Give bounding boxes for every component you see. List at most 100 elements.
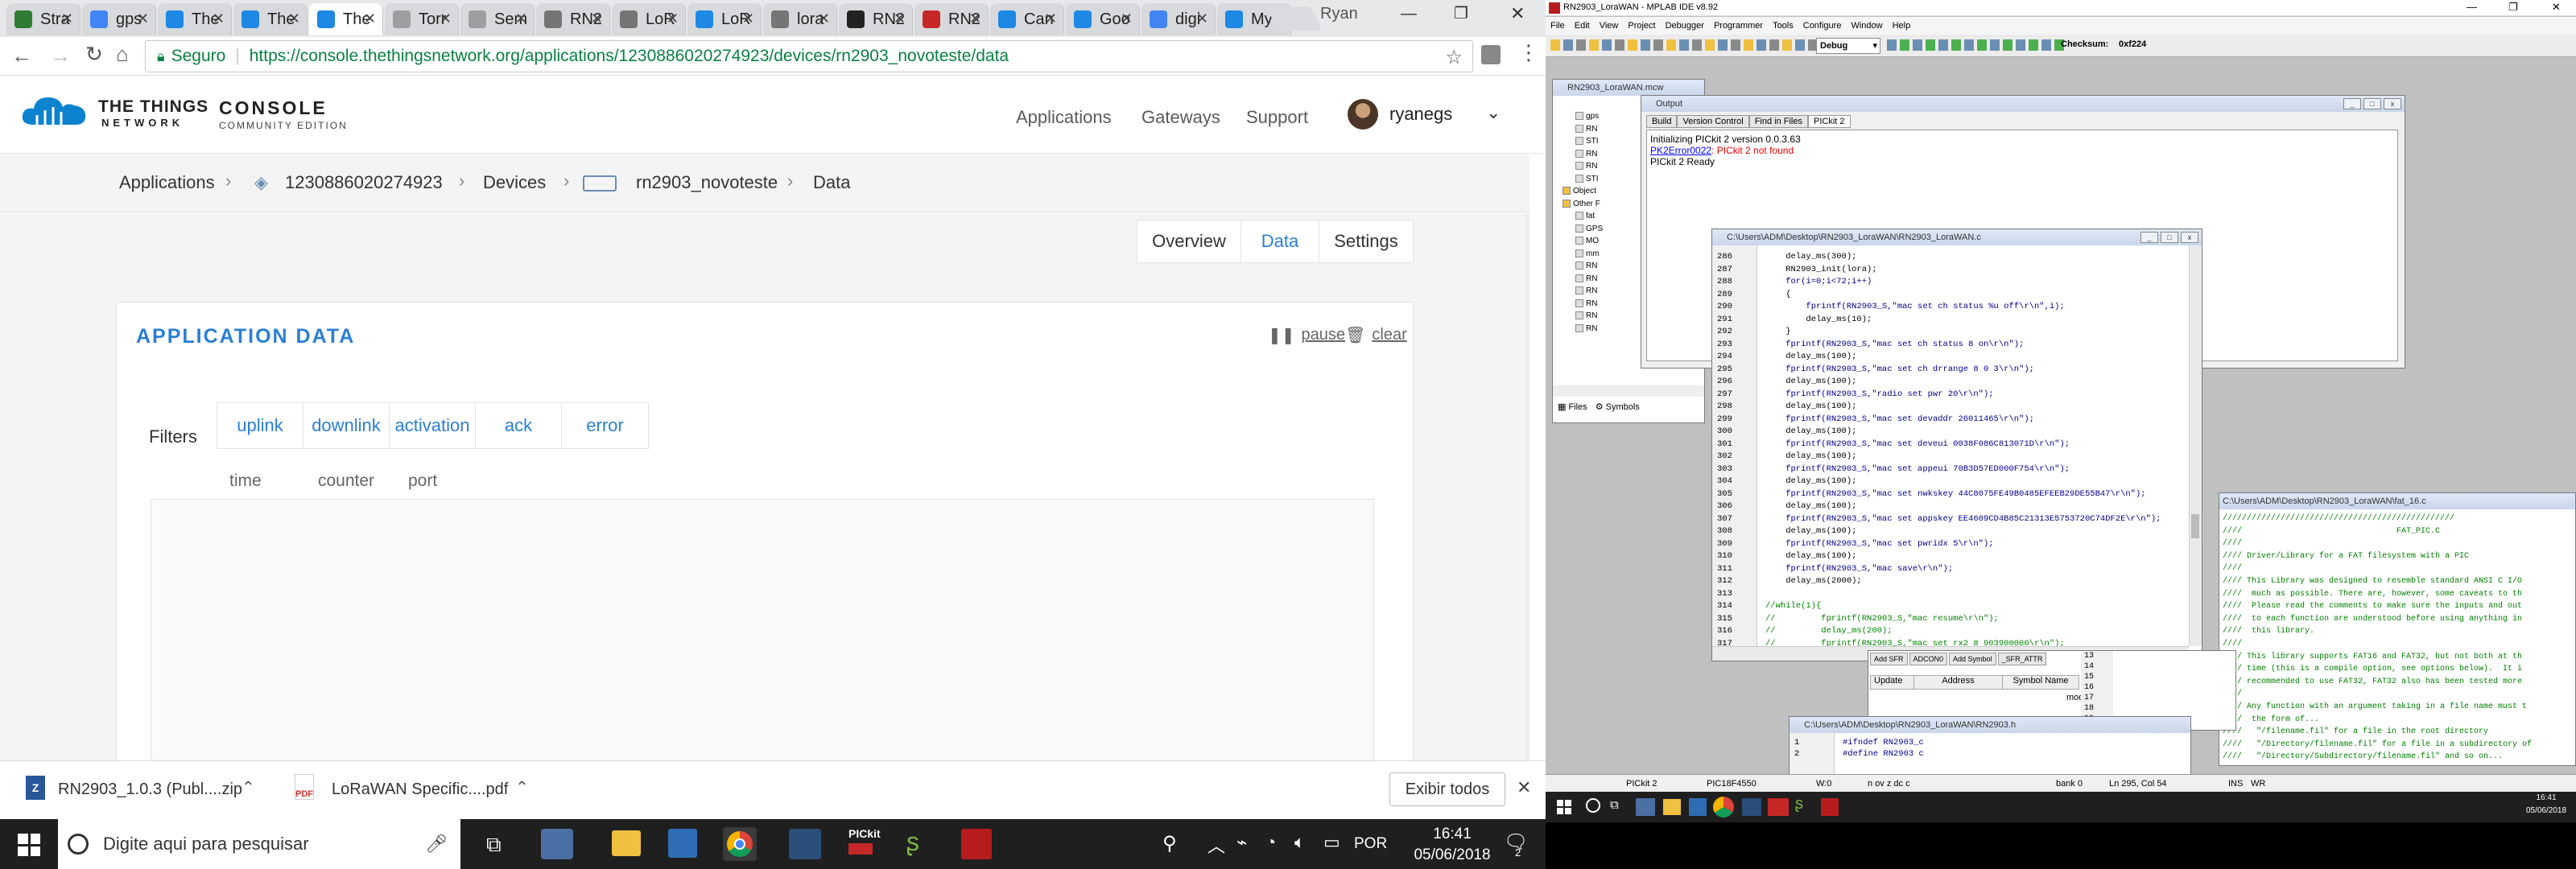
code-line[interactable]: fprintf(RN2903_S,"mac set appeui 70B3D57… <box>1765 464 2070 474</box>
code-line[interactable]: #define RN2903 c <box>1843 749 1924 759</box>
tab-overview[interactable]: Overview <box>1137 220 1241 263</box>
menu-tools[interactable]: Tools <box>1773 21 1794 31</box>
close-icon[interactable]: x <box>2384 98 2401 109</box>
ttn-cloud-logo-icon[interactable] <box>19 93 89 130</box>
code-line[interactable]: RN2903_init(lora); <box>1765 265 1876 274</box>
nav-gateways[interactable]: Gateways <box>1141 107 1220 128</box>
mplab-taskbar-icon[interactable] <box>789 829 821 859</box>
project-tree-item[interactable]: RN <box>1575 262 1597 270</box>
close-tab-icon[interactable]: ✕ <box>742 10 754 27</box>
toolbar-button-icon[interactable] <box>1951 39 1961 51</box>
back-icon[interactable]: ← <box>11 43 32 68</box>
project-hscrollbar[interactable] <box>1553 385 1704 397</box>
clock-date[interactable]: 05/06/2018 <box>2518 806 2574 815</box>
browser-tab[interactable]: RN2 ✕ <box>839 3 913 35</box>
pickit-taskbar-icon[interactable] <box>1768 798 1789 816</box>
minimize-icon[interactable]: — <box>2467 1 2477 13</box>
close-tab-icon[interactable]: ✕ <box>137 10 149 27</box>
menu-project[interactable]: Project <box>1628 21 1655 31</box>
minimize-icon[interactable]: — <box>1401 5 1417 23</box>
project-tree-item[interactable]: RN <box>1575 286 1597 295</box>
close-tab-icon[interactable]: ✕ <box>1045 10 1057 27</box>
toolbar-button-icon[interactable] <box>1964 39 1974 51</box>
project-tree-item[interactable]: RN <box>1575 299 1597 308</box>
fat-code-line[interactable]: //// This Library was designed to resemb… <box>2223 575 2574 588</box>
toolbar-button-icon[interactable] <box>1666 39 1676 51</box>
toolbar-button-icon[interactable] <box>2041 39 2051 51</box>
download-chevron-icon[interactable]: ⌃ <box>515 777 529 797</box>
close-window-icon[interactable]: ✕ <box>1510 3 1525 24</box>
clock-time[interactable]: 16:41 <box>2518 793 2574 802</box>
toolbar-button-icon[interactable] <box>1782 39 1792 51</box>
toolbar-button-icon[interactable] <box>1718 39 1728 51</box>
project-tree-item[interactable]: RN <box>1575 324 1597 333</box>
close-window-icon[interactable]: ✕ <box>2552 1 2561 14</box>
fat-code-line[interactable]: //// Driver/Library for a FAT filesystem… <box>2223 550 2574 563</box>
toolbar-button-icon[interactable] <box>2029 39 2038 51</box>
code-line[interactable]: delay_ms(100); <box>1765 402 1856 411</box>
address-bar[interactable]: 🔒︎ Seguro | https://console.thethingsnet… <box>145 40 1473 72</box>
menu-configure[interactable]: Configure <box>1803 21 1842 31</box>
download-item-zip[interactable]: RN2903_1.0.3 (Publ....zip <box>58 780 242 799</box>
close-tab-icon[interactable]: ✕ <box>1196 10 1208 27</box>
toolbar-button-icon[interactable] <box>1705 39 1715 51</box>
taskbar-app-network-icon[interactable] <box>541 829 573 859</box>
code-line[interactable]: delay_ms(100); <box>1765 476 1856 486</box>
toolbar-button-icon[interactable] <box>1602 39 1612 51</box>
microphone-icon[interactable]: 🎤︎ <box>425 834 448 855</box>
toolbar-button-icon[interactable] <box>1795 39 1805 51</box>
download-chevron-icon[interactable]: ⌃ <box>242 777 255 797</box>
browser-tab[interactable]: digi ✕ <box>1141 3 1216 35</box>
chrome-taskbar-icon[interactable] <box>1713 797 1734 818</box>
browser-tab[interactable]: LoR ✕ <box>612 3 686 35</box>
editor-vscrollbar[interactable] <box>2189 245 2202 646</box>
tray-app-icon[interactable]: ⌁ <box>1236 832 1247 853</box>
task-view-icon[interactable]: ⧉ <box>1610 798 1619 812</box>
fat-code-line[interactable]: ////////////////////////////////////////… <box>2223 513 2574 525</box>
browser-tab[interactable]: lora ✕ <box>763 3 837 35</box>
code-line[interactable]: fprintf(RN2903_S,"mac set deveui 0038F08… <box>1765 439 2070 449</box>
toolbar-button-icon[interactable] <box>2003 39 2013 51</box>
browser-tab[interactable]: The ✕ <box>309 3 383 35</box>
output-tab[interactable]: Build <box>1646 115 1678 128</box>
fat-code-line[interactable]: //// the form of... <box>2223 714 2574 727</box>
close-tab-icon[interactable]: ✕ <box>667 10 679 27</box>
output-tab[interactable]: PICkit 2 <box>1807 115 1851 128</box>
clock-date[interactable]: 05/06/2018 <box>1406 846 1499 864</box>
home-icon[interactable]: ⌂ <box>116 42 129 67</box>
fat-code-line[interactable]: //// <box>2223 537 2574 550</box>
browser-tab[interactable]: Goo ✕ <box>1066 3 1140 35</box>
project-tree-item[interactable]: RN <box>1575 125 1597 134</box>
code-line[interactable]: #ifndef RN2903_c <box>1843 738 1924 748</box>
code-line[interactable]: delay_ms(10); <box>1765 315 1872 324</box>
filter-error[interactable]: error <box>562 403 648 448</box>
fat-code-line[interactable]: //// <box>2223 562 2574 575</box>
task-view-icon[interactable]: ⧉ <box>486 832 502 858</box>
chrome-taskbar-icon[interactable] <box>723 827 757 861</box>
fat-code-line[interactable]: //// Any function with an argument takin… <box>2223 701 2574 714</box>
windows-start-icon[interactable] <box>1557 800 1571 814</box>
watch-toolbar-button[interactable]: ADCON0 <box>1909 653 1948 665</box>
code-line[interactable]: fprintf(RN2903_S,"radio set pwr 20\r\n")… <box>1765 389 1993 399</box>
code-line[interactable]: fprintf(RN2903_S,"mac set nwkskey 44C807… <box>1765 489 2145 499</box>
project-tree-item[interactable]: RN <box>1575 162 1597 171</box>
watch-toolbar-button[interactable]: Add Symbol <box>1949 653 1996 665</box>
clear-button[interactable]: 🗑︎ clear <box>1345 325 1407 345</box>
toolbar-button-icon[interactable] <box>1641 39 1650 51</box>
fat-code-line[interactable]: //// recommended to use FAT32, FAT32 als… <box>2223 676 2574 689</box>
toolbar-button-icon[interactable] <box>1692 39 1702 51</box>
project-tree-item[interactable]: STI <box>1575 175 1599 183</box>
store-icon[interactable] <box>1689 798 1707 816</box>
minimize-icon[interactable]: _ <box>2140 232 2158 243</box>
extension-icon[interactable] <box>1481 45 1501 64</box>
fat-code-line[interactable]: //// "/Directory/filename.fil" for a fil… <box>2223 739 2574 752</box>
output-tab[interactable]: Version Control <box>1677 115 1749 128</box>
close-tab-icon[interactable]: ✕ <box>364 10 376 27</box>
toolbar-button-icon[interactable] <box>2016 39 2025 51</box>
code-line[interactable]: fprintf(RN2903_S,"mac set ch status 8 on… <box>1765 340 2024 349</box>
tab-files[interactable]: ▦ Files <box>1558 402 1587 412</box>
fat-code-line[interactable]: //// much as possible. There are, howeve… <box>2223 588 2574 601</box>
maximize-icon[interactable]: □ <box>2363 98 2381 109</box>
toolbar-button-icon[interactable] <box>1744 39 1753 51</box>
filter-uplink[interactable]: uplink <box>217 403 303 448</box>
